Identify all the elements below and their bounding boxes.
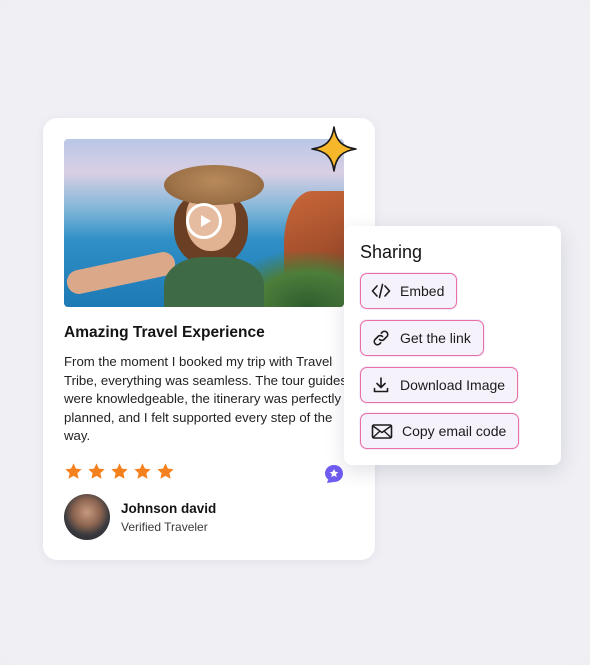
review-card: Amazing Travel Experience From the momen… bbox=[43, 118, 375, 560]
embed-button[interactable]: Embed bbox=[360, 273, 458, 309]
sharing-panel: Sharing Embed Get the link Download Imag… bbox=[344, 226, 561, 465]
avatar bbox=[64, 494, 110, 540]
download-image-button[interactable]: Download Image bbox=[360, 367, 519, 403]
code-icon bbox=[371, 283, 391, 299]
get-link-label: Get the link bbox=[400, 330, 471, 346]
sharing-title: Sharing bbox=[360, 242, 423, 262]
star-icon bbox=[157, 463, 174, 479]
star-rating bbox=[64, 462, 175, 481]
star-icon bbox=[88, 463, 105, 479]
download-icon bbox=[373, 377, 389, 393]
get-link-button[interactable]: Get the link bbox=[360, 320, 484, 356]
review-video[interactable] bbox=[64, 139, 344, 307]
embed-label: Embed bbox=[400, 283, 445, 299]
review-title: Amazing Travel Experience bbox=[64, 324, 265, 341]
download-image-label: Download Image bbox=[400, 377, 506, 393]
play-icon[interactable] bbox=[186, 203, 222, 239]
star-icon bbox=[65, 463, 82, 479]
mail-icon bbox=[371, 424, 393, 439]
author-role: Verified Traveler bbox=[121, 520, 208, 534]
sparkle-icon bbox=[311, 126, 357, 172]
author-name: Johnson david bbox=[121, 501, 217, 516]
copy-email-code-button[interactable]: Copy email code bbox=[360, 413, 520, 449]
link-icon bbox=[373, 330, 389, 346]
review-body: From the moment I booked my trip with Tr… bbox=[64, 354, 347, 443]
star-badge-icon bbox=[325, 465, 343, 483]
copy-email-code-label: Copy email code bbox=[402, 423, 507, 439]
star-icon bbox=[134, 463, 151, 479]
star-icon bbox=[111, 463, 128, 479]
